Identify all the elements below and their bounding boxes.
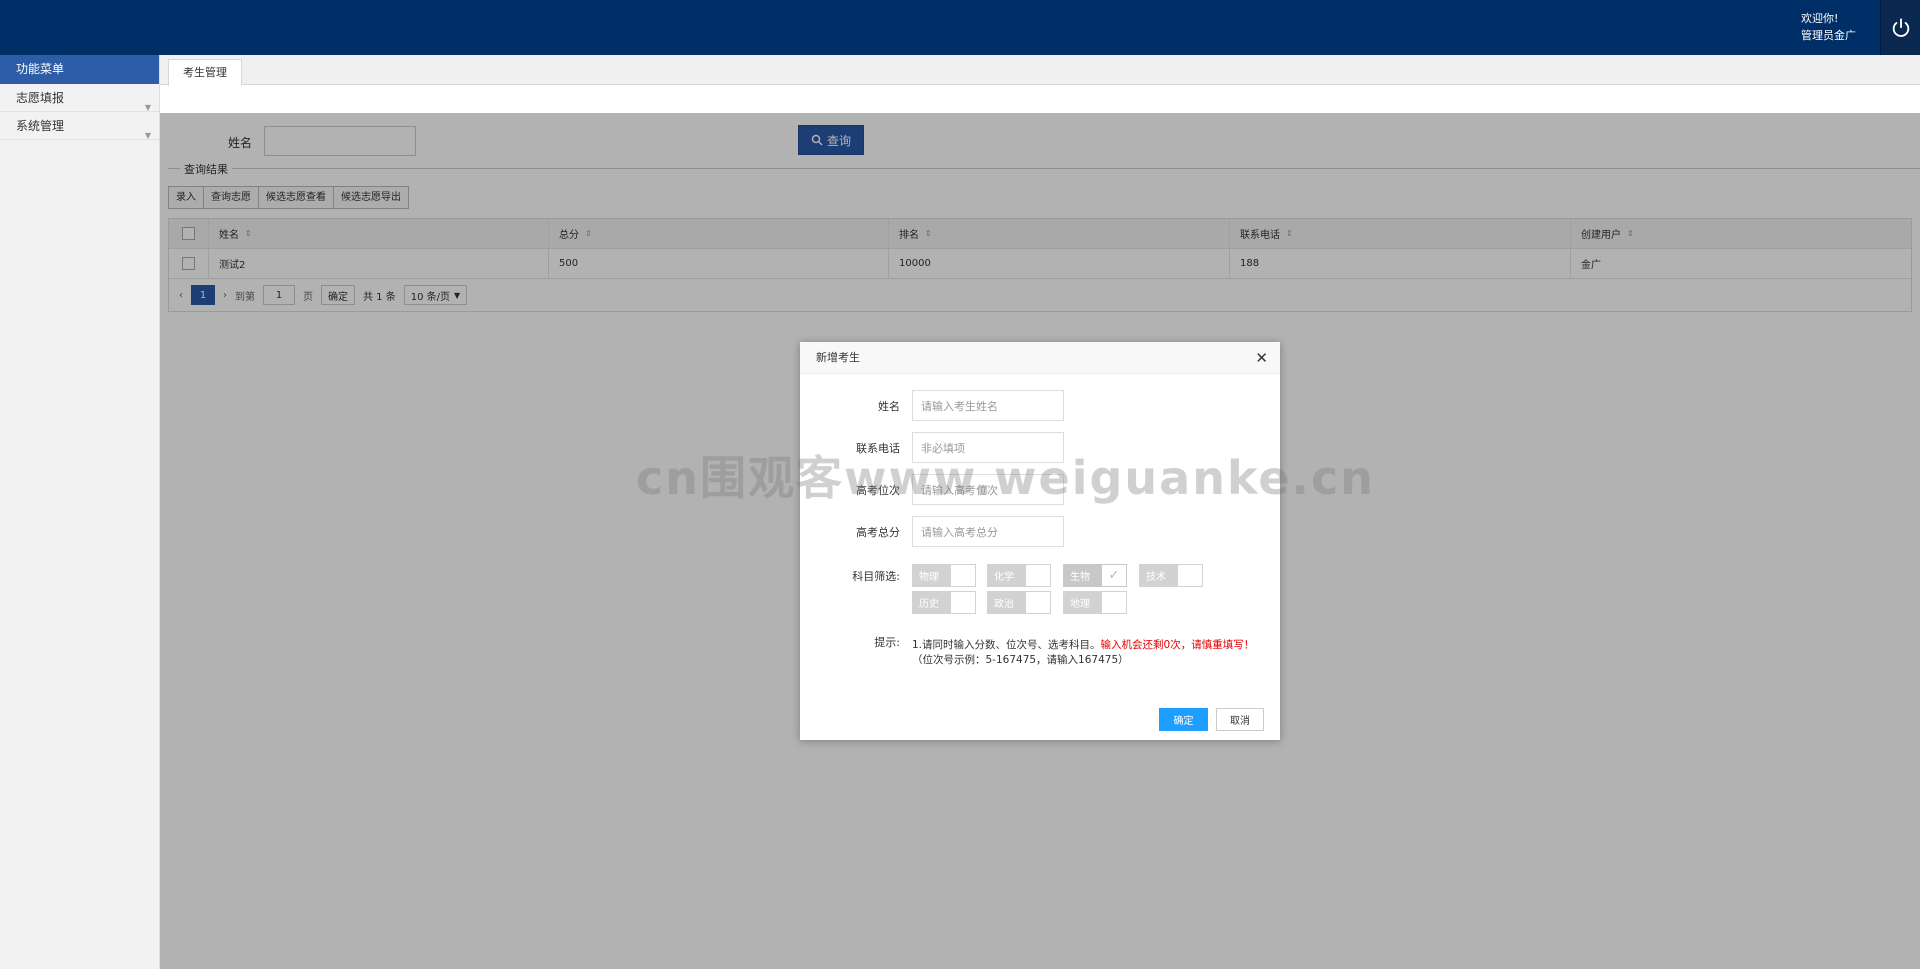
watermark-text: cn围观客www.weiguanke.cn [636,451,1376,505]
subject-biology-checkbox[interactable]: 生物 ✓ [1063,564,1127,587]
close-icon[interactable]: ✕ [1255,342,1268,374]
sidebar-item-volunteer[interactable]: 志愿填报 ▼ [0,84,159,112]
power-icon [1892,17,1909,37]
check-icon: ✓ [1108,568,1120,583]
welcome-greeting: 欢迎你! [1801,12,1839,25]
score-input[interactable]: 请输入高考总分 [912,516,1064,547]
sidebar-item-label: 志愿填报 [16,91,65,105]
sidebar: 功能菜单 志愿填报 ▼ 系统管理 ▼ [0,55,160,969]
logout-button[interactable] [1880,0,1920,55]
add-student-dialog: 新增考生 ✕ 姓名 请输入考生姓名 联系电话 非必填项 高考位次 请输入高考位次… [800,342,1280,740]
hint-warning: 输入机会还剩0次，请慎重填写！ [1100,639,1255,651]
sidebar-item-system[interactable]: 系统管理 ▼ [0,112,159,140]
cancel-button[interactable]: 取消 [1216,708,1264,731]
subject-technology-checkbox[interactable]: 技术 [1139,564,1203,587]
subject-physics-checkbox[interactable]: 物理 [912,564,976,587]
subject-politics-checkbox[interactable]: 政治 [987,591,1051,614]
hint-example: （位次号示例：5-167475，请输入167475） [912,654,1129,666]
student-name-input[interactable]: 请输入考生姓名 [912,390,1064,421]
hint-instruction: 1.请同时输入分数、位次号、选考科目。 [912,639,1101,651]
current-user-name: 管理员金广 [1801,29,1856,42]
top-header: 欢迎你! 管理员金广 [0,0,1920,55]
tab-bar: 考生管理 [160,55,1920,86]
dialog-header: 新增考生 ✕ [800,342,1280,374]
subject-geography-checkbox[interactable]: 地理 [1063,591,1127,614]
field-label-name: 姓名 [878,400,900,413]
subject-filter-label: 科目筛选: [852,570,900,583]
dialog-title: 新增考生 [816,351,860,364]
chevron-down-icon: ▼ [144,131,151,140]
hint-text: 1.请同时输入分数、位次号、选考科目。输入机会还剩0次，请慎重填写！ （位次号示例… [912,638,1266,668]
sidebar-title: 功能菜单 [0,55,159,84]
tab-student-management[interactable]: 考生管理 [168,59,242,86]
welcome-text: 欢迎你! 管理员金广 [1801,10,1856,44]
field-label-score: 高考总分 [856,526,900,539]
subject-chemistry-checkbox[interactable]: 化学 [987,564,1051,587]
sidebar-item-label: 系统管理 [16,119,65,133]
subject-history-checkbox[interactable]: 历史 [912,591,976,614]
confirm-button[interactable]: 确定 [1159,708,1208,731]
hint-label: 提示: [874,636,900,649]
